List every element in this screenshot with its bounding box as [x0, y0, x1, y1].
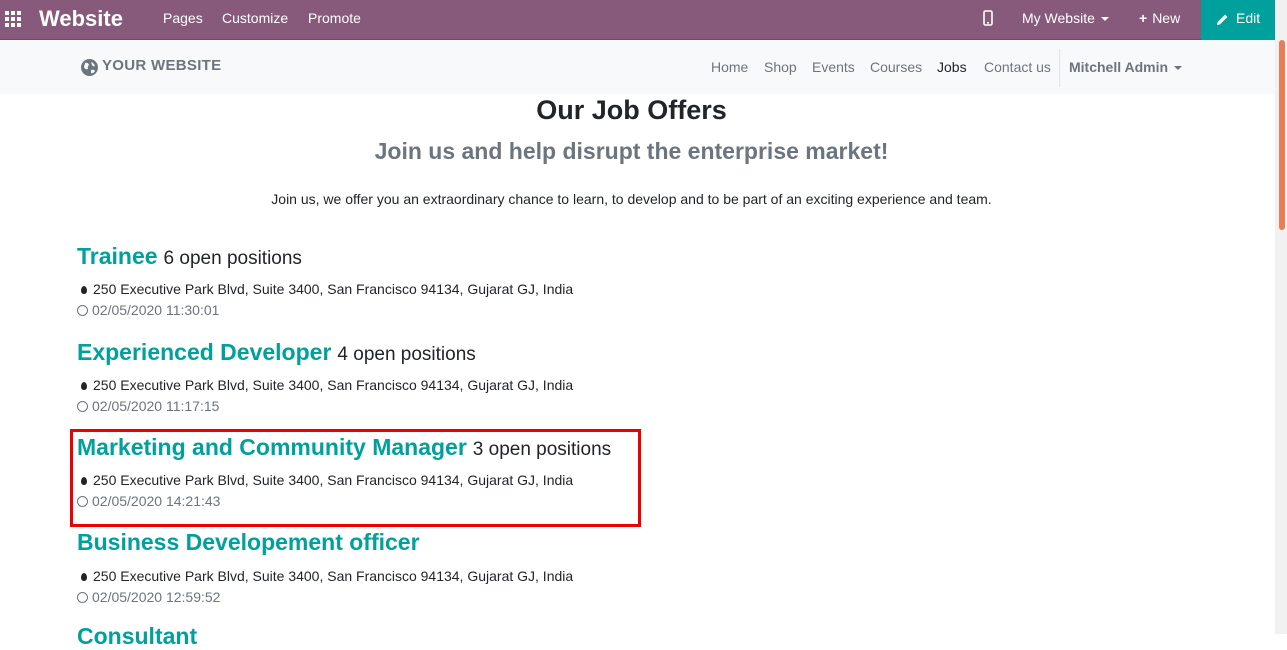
menu-promote[interactable]: Promote — [308, 10, 361, 26]
map-marker-icon — [81, 382, 87, 390]
scrollbar[interactable] — [1275, 0, 1287, 634]
website-selector-label: My Website — [1022, 10, 1095, 26]
website-selector[interactable]: My Website — [1022, 10, 1109, 26]
chevron-down-icon — [1100, 17, 1109, 22]
map-marker-icon — [81, 573, 87, 581]
nav-home[interactable]: Home — [711, 59, 748, 75]
job-title-text: Experienced Developer — [77, 339, 332, 365]
page-subtitle: Join us and help disrupt the enterprise … — [374, 138, 889, 164]
admin-bar: Website Pages Customize Promote My Websi… — [0, 0, 1287, 40]
job-date-text: 02/05/2020 11:30:01 — [92, 302, 220, 318]
app-brand[interactable]: Website — [39, 6, 123, 32]
job-title-link[interactable]: Consultant — [77, 623, 197, 650]
job-title-link[interactable]: Business Developement officer — [77, 529, 420, 556]
scrollbar-thumb[interactable] — [1279, 40, 1285, 230]
job-address: 250 Executive Park Blvd, Suite 3400, San… — [81, 377, 573, 393]
clock-icon — [77, 305, 88, 316]
user-menu[interactable]: Mitchell Admin — [1069, 59, 1183, 75]
nav-contact[interactable]: Contact us — [984, 59, 1051, 75]
apps-menu-icon[interactable] — [5, 11, 21, 27]
menu-pages[interactable]: Pages — [163, 10, 203, 26]
clock-icon — [77, 592, 88, 603]
job-date: 02/05/2020 12:59:52 — [77, 589, 220, 605]
job-address-text: 250 Executive Park Blvd, Suite 3400, San… — [93, 568, 574, 584]
job-date-text: 02/05/2020 12:59:52 — [92, 589, 221, 605]
globe-icon — [81, 59, 98, 76]
nav-events[interactable]: Events — [812, 59, 855, 75]
nav-courses[interactable]: Courses — [870, 59, 922, 75]
job-date: 02/05/2020 11:17:15 — [77, 398, 219, 414]
job-title-link[interactable]: Trainee 6 open positions — [77, 243, 302, 270]
job-address-text: 250 Executive Park Blvd, Suite 3400, San… — [93, 281, 574, 297]
map-marker-icon — [81, 286, 87, 294]
user-name: Mitchell Admin — [1069, 59, 1169, 75]
menu-customize[interactable]: Customize — [222, 10, 288, 26]
clock-icon — [77, 401, 88, 412]
page-intro: Join us, we offer you an extraordinary c… — [271, 191, 992, 207]
job-title-link[interactable]: Experienced Developer 4 open positions — [77, 339, 476, 366]
edit-button-label: Edit — [1236, 10, 1261, 26]
pencil-icon — [1217, 14, 1228, 25]
highlight-box — [70, 429, 641, 527]
plus-icon: + — [1139, 10, 1148, 26]
job-open-count: 6 open positions — [163, 248, 302, 269]
nav-shop[interactable]: Shop — [764, 59, 797, 75]
mobile-preview-icon[interactable] — [983, 10, 993, 29]
job-title-text: Trainee — [77, 243, 158, 269]
job-open-count: 4 open positions — [337, 344, 476, 365]
job-address-text: 250 Executive Park Blvd, Suite 3400, San… — [93, 377, 574, 393]
edit-button[interactable]: Edit — [1201, 0, 1275, 40]
job-title-text: Consultant — [77, 623, 198, 649]
new-button[interactable]: + New — [1139, 10, 1180, 26]
job-date-text: 02/05/2020 11:17:15 — [92, 398, 220, 414]
job-date: 02/05/2020 11:30:01 — [77, 302, 219, 318]
job-title-text: Business Developement officer — [77, 529, 420, 555]
site-logo[interactable]: YOUR WEBSITE — [102, 57, 221, 74]
nav-divider — [1059, 49, 1060, 87]
page-title: Our Job Offers — [536, 95, 727, 125]
job-address: 250 Executive Park Blvd, Suite 3400, San… — [81, 568, 573, 584]
job-address: 250 Executive Park Blvd, Suite 3400, San… — [81, 281, 573, 297]
chevron-down-icon — [1174, 66, 1183, 71]
new-button-label: New — [1152, 10, 1181, 26]
nav-jobs[interactable]: Jobs — [937, 59, 967, 75]
